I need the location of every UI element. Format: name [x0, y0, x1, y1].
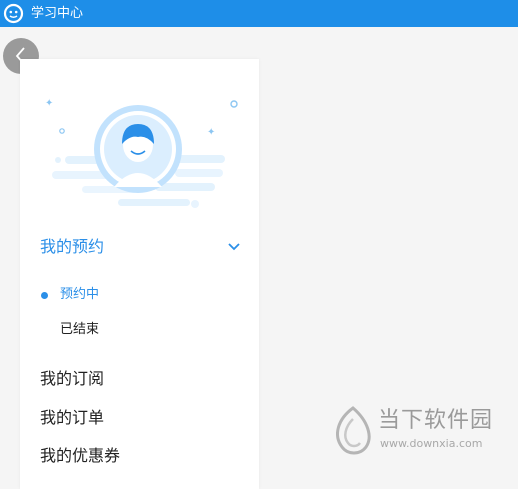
window-title: 学习中心 [31, 6, 84, 21]
svg-text:✦: ✦ [45, 98, 53, 109]
sidebar-item-coupons[interactable]: 我的优惠券 [40, 444, 120, 468]
downxia-logo-icon [336, 406, 371, 455]
watermark-brand: 当下软件园 [378, 408, 494, 433]
chevron-down-icon [228, 243, 240, 251]
sidebar-item-reserving[interactable]: 预约中 [60, 285, 99, 305]
svg-text:✦: ✦ [207, 127, 215, 138]
sidebar-panel: ✦ ✦ 我的预约 预约中 已结束 我的订阅 我的订单 我的优惠券 [20, 59, 259, 489]
my-reservations-toggle[interactable]: 我的预约 [40, 235, 245, 259]
title-bar: 学习中心 [0, 0, 518, 27]
app-logo-icon [3, 3, 24, 24]
sidebar-item-ended[interactable]: 已结束 [60, 320, 99, 340]
avatar-illustration: ✦ ✦ [45, 98, 238, 208]
active-indicator-dot [41, 292, 48, 299]
watermark-url: www.downxia.com [380, 437, 483, 450]
my-reservations-label: 我的预约 [40, 237, 105, 256]
watermark: 当下软件园 www.downxia.com [330, 405, 500, 460]
sidebar-item-subscriptions[interactable]: 我的订阅 [40, 367, 104, 391]
sidebar-item-orders[interactable]: 我的订单 [40, 406, 104, 430]
